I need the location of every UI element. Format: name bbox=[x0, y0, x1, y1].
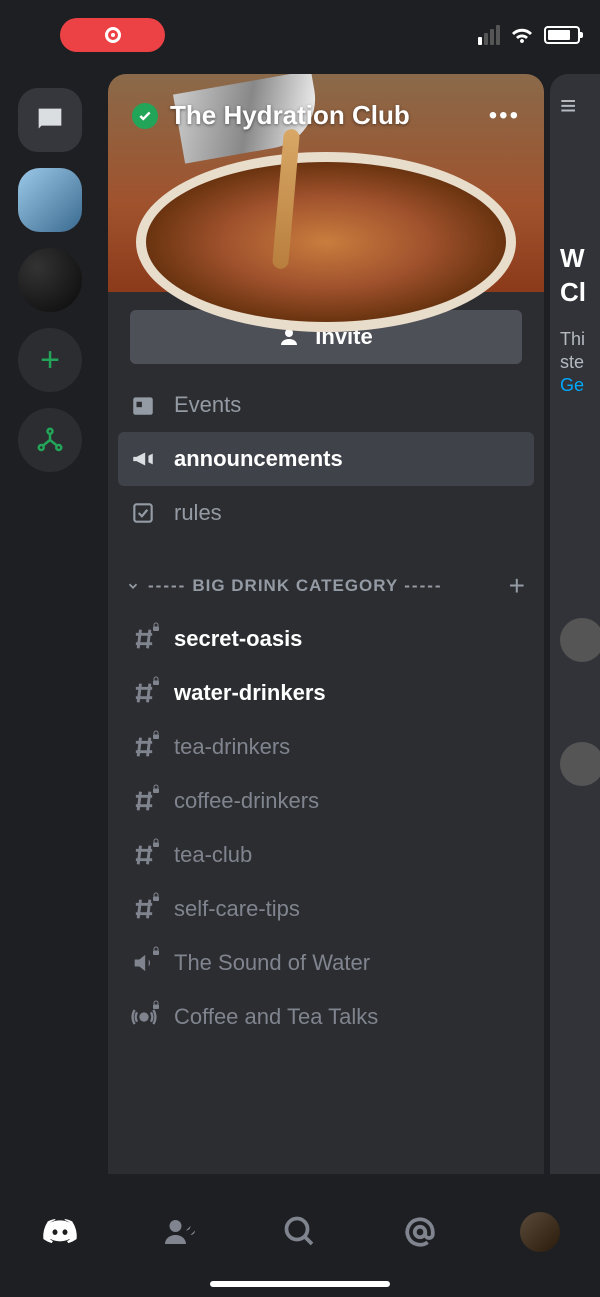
lock-icon bbox=[150, 783, 162, 795]
channel-tea-club[interactable]: tea-club bbox=[108, 828, 544, 882]
server-item-2[interactable] bbox=[18, 248, 82, 312]
tab-mentions[interactable] bbox=[390, 1202, 450, 1262]
status-bar bbox=[0, 0, 600, 62]
server-banner: The Hydration Club ••• bbox=[108, 74, 544, 292]
peek-sub-1: Thi bbox=[560, 329, 585, 349]
tab-friends[interactable] bbox=[150, 1202, 210, 1262]
speaker-icon bbox=[130, 949, 158, 977]
hashtag-icon bbox=[130, 895, 158, 923]
direct-messages-button[interactable] bbox=[18, 88, 82, 152]
server-name: The Hydration Club bbox=[170, 100, 489, 131]
cellular-signal-icon bbox=[478, 25, 500, 45]
channel-coffee-drinkers[interactable]: coffee-drinkers bbox=[108, 774, 544, 828]
search-icon bbox=[282, 1214, 318, 1250]
peek-link[interactable]: Ge bbox=[560, 375, 584, 395]
channel-label: tea-club bbox=[174, 842, 252, 868]
home-indicator[interactable] bbox=[210, 1281, 390, 1287]
add-server-button[interactable]: + bbox=[18, 328, 82, 392]
channel-label: The Sound of Water bbox=[174, 950, 370, 976]
category-dashes-2: ----- bbox=[404, 576, 442, 596]
channel-label: secret-oasis bbox=[174, 626, 302, 652]
lock-icon bbox=[150, 945, 162, 957]
at-icon bbox=[402, 1214, 438, 1250]
add-channel-button[interactable]: + bbox=[509, 570, 526, 602]
channel-tea-drinkers[interactable]: tea-drinkers bbox=[108, 720, 544, 774]
server-item-hydration-club[interactable] bbox=[18, 168, 82, 232]
chat-bubble-icon bbox=[33, 103, 67, 137]
peek-title-2: Cl bbox=[560, 277, 586, 307]
chevron-down-icon bbox=[126, 579, 140, 593]
channel-list: secret-oasis water-drinkers tea-drinkers co… bbox=[108, 612, 544, 1064]
lock-icon bbox=[150, 621, 162, 633]
tab-profile[interactable] bbox=[510, 1202, 570, 1262]
nav-rules[interactable]: rules bbox=[108, 486, 544, 540]
wifi-icon bbox=[510, 23, 534, 47]
peek-sub-2: ste bbox=[560, 352, 584, 372]
nav-list: Events announcements rules bbox=[108, 374, 544, 544]
tab-home[interactable] bbox=[30, 1202, 90, 1262]
verified-badge-icon bbox=[132, 103, 158, 129]
status-icons bbox=[478, 23, 580, 47]
record-icon bbox=[105, 27, 121, 43]
lock-icon bbox=[150, 891, 162, 903]
discover-servers-button[interactable] bbox=[18, 408, 82, 472]
channel-self-care-tips[interactable]: self-care-tips bbox=[108, 882, 544, 936]
member-avatar-1[interactable] bbox=[560, 618, 600, 662]
screen-recording-indicator[interactable] bbox=[60, 18, 165, 52]
category-name: BIG DRINK CATEGORY bbox=[192, 576, 398, 596]
nav-events[interactable]: Events bbox=[108, 378, 544, 432]
channel-label: water-drinkers bbox=[174, 680, 326, 706]
hashtag-icon bbox=[130, 787, 158, 815]
channel-the-sound-of-water[interactable]: The Sound of Water bbox=[108, 936, 544, 990]
rules-icon bbox=[130, 500, 156, 526]
member-avatar-2[interactable] bbox=[560, 742, 600, 786]
channel-coffee-and-tea-talks[interactable]: Coffee and Tea Talks bbox=[108, 990, 544, 1044]
channel-water-drinkers[interactable]: water-drinkers bbox=[108, 666, 544, 720]
channel-label: tea-drinkers bbox=[174, 734, 290, 760]
hub-icon bbox=[35, 425, 65, 455]
hashtag-icon bbox=[130, 733, 158, 761]
calendar-icon bbox=[130, 392, 156, 418]
channel-secret-oasis[interactable]: secret-oasis bbox=[108, 612, 544, 666]
stage-icon bbox=[130, 1003, 158, 1031]
hashtag-icon bbox=[130, 679, 158, 707]
user-avatar bbox=[520, 1212, 560, 1252]
content-peek-panel[interactable]: ≡ W Cl Thi ste Ge bbox=[550, 74, 600, 1174]
hamburger-icon[interactable]: ≡ bbox=[560, 90, 600, 122]
nav-announcements-label: announcements bbox=[174, 446, 343, 472]
megaphone-icon bbox=[130, 446, 156, 472]
tab-search[interactable] bbox=[270, 1202, 330, 1262]
lock-icon bbox=[150, 837, 162, 849]
nav-announcements[interactable]: announcements bbox=[118, 432, 534, 486]
discord-logo-icon bbox=[40, 1212, 80, 1252]
channel-label: coffee-drinkers bbox=[174, 788, 319, 814]
hashtag-icon bbox=[130, 625, 158, 653]
category-dashes: ----- bbox=[148, 576, 186, 596]
channel-panel: The Hydration Club ••• Invite Events ann… bbox=[108, 74, 544, 1174]
battery-icon bbox=[544, 26, 580, 44]
person-wave-icon bbox=[162, 1214, 198, 1250]
channel-label: self-care-tips bbox=[174, 896, 300, 922]
server-header[interactable]: The Hydration Club ••• bbox=[108, 100, 544, 131]
lock-icon bbox=[150, 729, 162, 741]
channel-label: Coffee and Tea Talks bbox=[174, 1004, 378, 1030]
peek-title-1: W bbox=[560, 243, 585, 273]
nav-rules-label: rules bbox=[174, 500, 222, 526]
category-header[interactable]: ----- BIG DRINK CATEGORY ----- + bbox=[108, 544, 544, 612]
nav-events-label: Events bbox=[174, 392, 241, 418]
lock-icon bbox=[150, 999, 162, 1011]
lock-icon bbox=[150, 675, 162, 687]
hashtag-icon bbox=[130, 841, 158, 869]
server-menu-button[interactable]: ••• bbox=[489, 102, 520, 130]
server-rail: + bbox=[0, 80, 100, 472]
